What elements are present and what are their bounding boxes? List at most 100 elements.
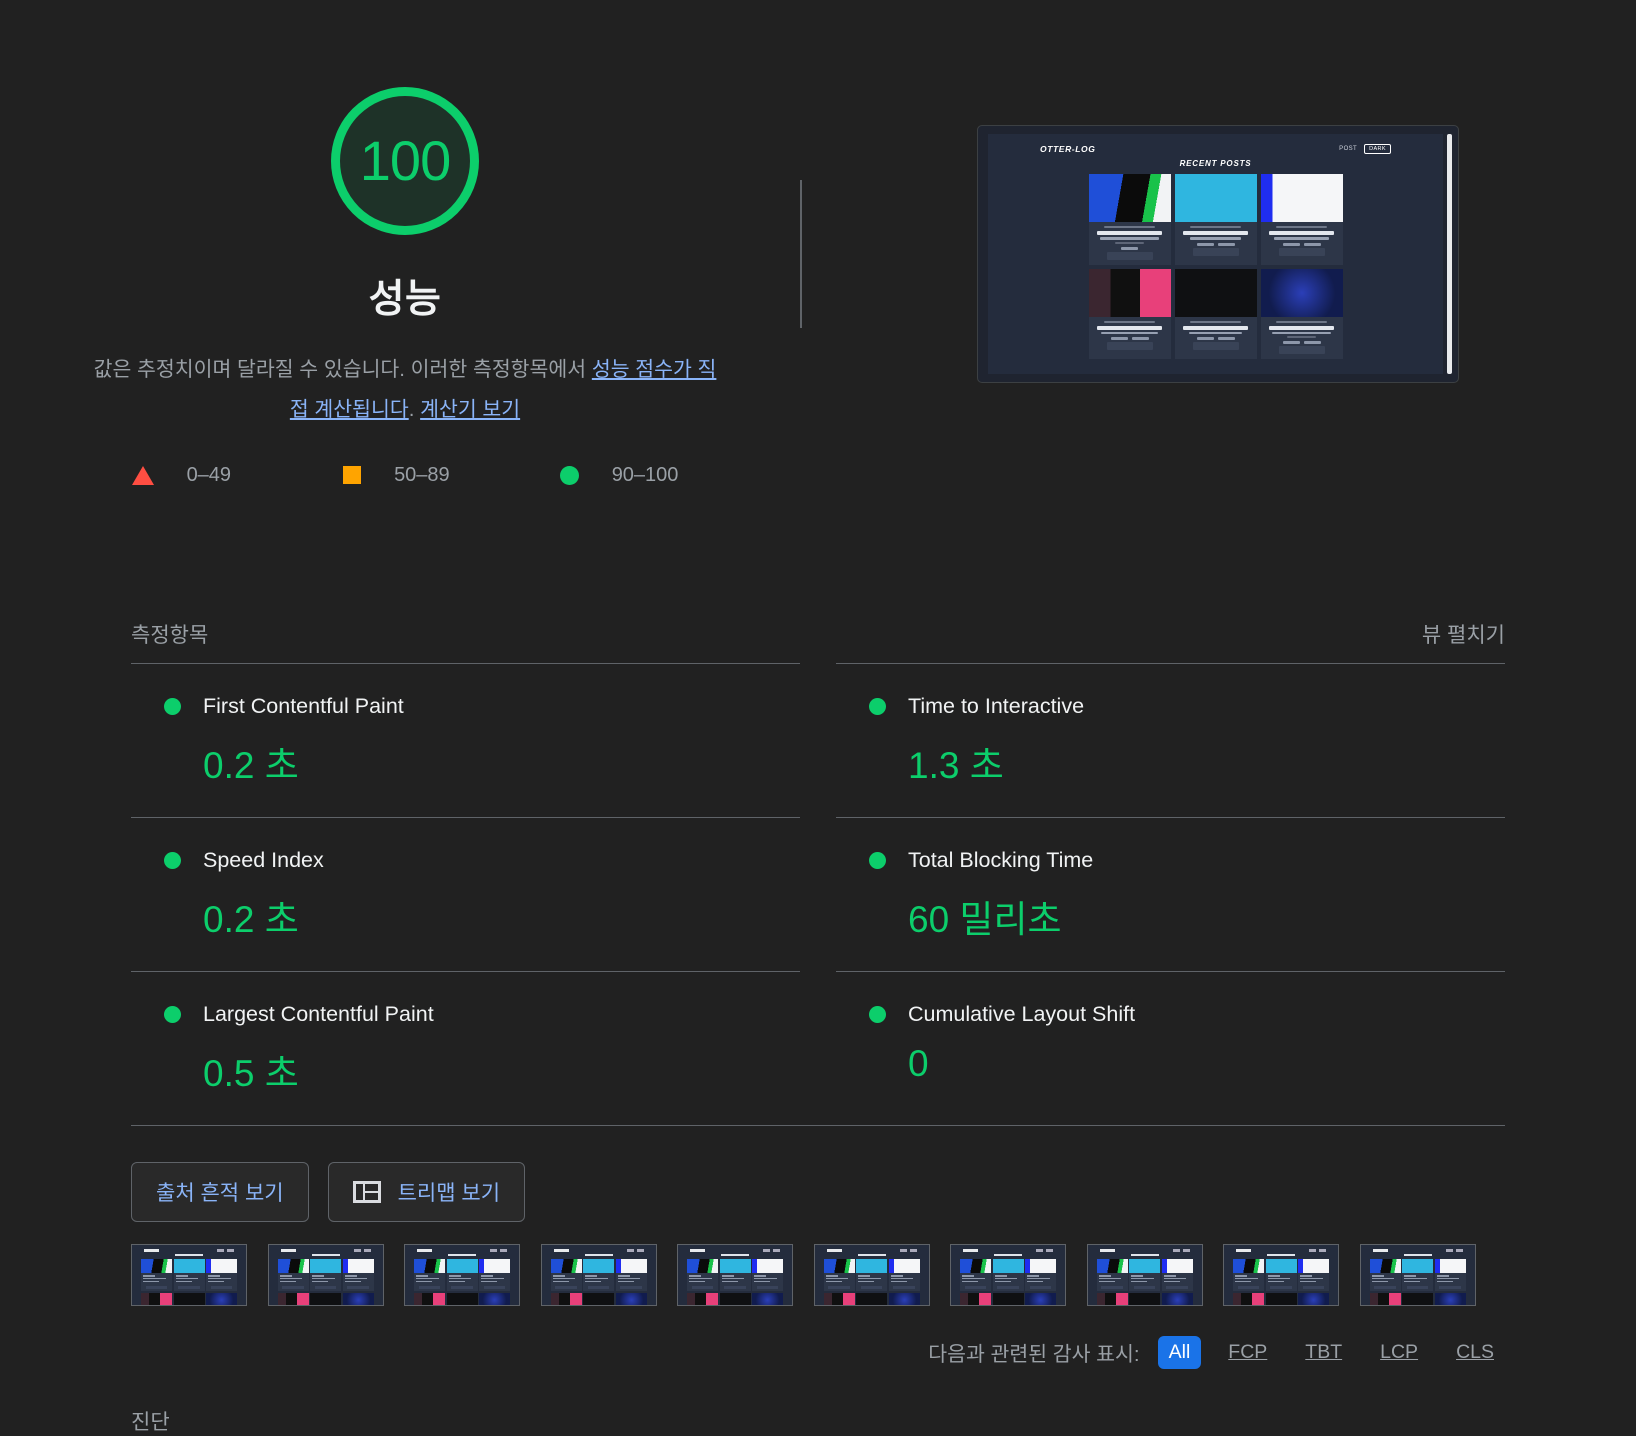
filmstrip-card-button <box>828 1286 850 1289</box>
filmstrip-card <box>687 1293 718 1306</box>
filmstrip-card <box>1129 1293 1160 1306</box>
mini-nav-post: POST <box>1339 146 1357 152</box>
metric-total-blocking-time[interactable]: Total Blocking Time 60 밀리초 <box>836 817 1505 971</box>
filmstrip-card <box>174 1293 205 1306</box>
metrics-grid: First Contentful Paint 0.2 초 Time to Int… <box>131 663 1505 1125</box>
metric-value: 0 <box>836 1043 1505 1085</box>
filmstrip-card-lines <box>1298 1273 1329 1285</box>
filmstrip-card-button <box>451 1286 473 1289</box>
filmstrip-frame[interactable] <box>1087 1244 1203 1306</box>
mini-post-date <box>1276 321 1328 323</box>
mini-post-card <box>1089 269 1171 360</box>
filmstrip-card-lines <box>960 1273 991 1285</box>
filmstrip-card <box>1370 1259 1401 1291</box>
square-icon <box>343 466 361 484</box>
device-frame: OTTER-LOG POST DARK RECENT POSTS <box>977 125 1459 383</box>
score-gauge-column: 100 성능 값은 추정치이며 달라질 수 있습니다. 이러한 측정항목에서 성… <box>0 55 800 487</box>
filmstrip-card-image <box>174 1259 205 1273</box>
filmstrip-card <box>1097 1259 1128 1291</box>
calculator-link[interactable]: 계산기 보기 <box>420 398 520 421</box>
mini-post-tags <box>1093 337 1167 340</box>
filmstrip-frame[interactable] <box>950 1244 1066 1306</box>
filmstrip-card-lines <box>687 1273 718 1285</box>
filmstrip-frame[interactable] <box>131 1244 247 1306</box>
filmstrip-card <box>1298 1259 1329 1291</box>
filmstrip-card-image <box>310 1293 341 1306</box>
filmstrip-card-lines <box>1370 1273 1401 1285</box>
mini-post-desc2 <box>1287 336 1317 338</box>
final-screenshot-column: OTTER-LOG POST DARK RECENT POSTS <box>800 55 1636 487</box>
filmstrip-frame[interactable] <box>1223 1244 1339 1306</box>
view-trace-button[interactable]: 출처 흔적 보기 <box>131 1162 309 1222</box>
view-treemap-button[interactable]: 트리맵 보기 <box>328 1162 525 1222</box>
diagnostics-heading: 진단 <box>131 1406 170 1436</box>
scrollbar[interactable] <box>1447 134 1452 374</box>
mini-post-date <box>1190 321 1242 323</box>
filmstrip-card-lines <box>479 1273 510 1285</box>
filmstrip-frame[interactable] <box>814 1244 930 1306</box>
metric-largest-contentful-paint[interactable]: Largest Contentful Paint 0.5 초 <box>131 971 800 1125</box>
mini-post-meta <box>1089 222 1171 265</box>
filmstrip-card-lines <box>1162 1273 1193 1285</box>
filmstrip-card-lines <box>1266 1273 1297 1285</box>
filmstrip-card-button <box>893 1286 915 1289</box>
mini-post-meta <box>1261 222 1343 261</box>
filmstrip-card-image <box>206 1259 237 1273</box>
filmstrip-card-button <box>1303 1286 1325 1289</box>
filmstrip-card-button <box>1101 1286 1123 1289</box>
mini-post-image <box>1261 269 1343 317</box>
filmstrip-card-lines <box>1025 1273 1056 1285</box>
filmstrip-card-lines <box>1402 1273 1433 1285</box>
expand-view-toggle[interactable]: 뷰 펼치기 <box>1422 619 1505 649</box>
filmstrip-brand <box>1100 1249 1115 1252</box>
mini-post-desc <box>1274 237 1330 240</box>
metric-label: Speed Index <box>203 848 324 873</box>
filmstrip-card <box>479 1293 510 1306</box>
filmstrip-card-lines <box>856 1273 887 1285</box>
filmstrip-card-image <box>1025 1259 1056 1273</box>
filmstrip-frame[interactable] <box>541 1244 657 1306</box>
filmstrip-card <box>960 1293 991 1306</box>
filmstrip-card-lines <box>1129 1273 1160 1285</box>
gauge-description-sep: . <box>409 398 420 421</box>
metric-first-contentful-paint[interactable]: First Contentful Paint 0.2 초 <box>131 663 800 817</box>
filter-chip-fcp[interactable]: FCP <box>1217 1336 1278 1369</box>
filmstrip-card-image <box>960 1259 991 1273</box>
filmstrip-frame[interactable] <box>268 1244 384 1306</box>
mini-post-image <box>1261 174 1343 222</box>
metric-label: Time to Interactive <box>908 694 1084 719</box>
filmstrip-card <box>1370 1293 1401 1306</box>
filter-chip-all[interactable]: All <box>1158 1336 1202 1369</box>
filmstrip-card <box>720 1293 751 1306</box>
metric-cumulative-layout-shift[interactable]: Cumulative Layout Shift 0 <box>836 971 1505 1125</box>
final-screenshot[interactable]: OTTER-LOG POST DARK RECENT POSTS <box>988 134 1443 374</box>
filmstrip-card <box>993 1259 1024 1291</box>
performance-gauge[interactable]: 100 <box>331 87 479 235</box>
filmstrip-grid <box>1364 1259 1472 1306</box>
filmstrip-frame[interactable] <box>677 1244 793 1306</box>
filter-chip-cls[interactable]: CLS <box>1445 1336 1505 1369</box>
treemap-icon <box>353 1181 381 1203</box>
metric-label: Largest Contentful Paint <box>203 1002 434 1027</box>
filmstrip-nav <box>627 1249 644 1252</box>
mini-post-desc <box>1100 237 1159 240</box>
filmstrip-card-image <box>1162 1259 1193 1273</box>
metrics-heading: 측정항목 <box>131 619 208 649</box>
filmstrip-frame[interactable] <box>1360 1244 1476 1306</box>
filmstrip-title <box>994 1254 1022 1257</box>
filmstrip-card <box>1435 1293 1466 1306</box>
metric-speed-index[interactable]: Speed Index 0.2 초 <box>131 817 800 971</box>
filmstrip-card <box>1129 1259 1160 1291</box>
mini-nav: POST DARK <box>1339 144 1391 154</box>
filter-chip-tbt[interactable]: TBT <box>1294 1336 1353 1369</box>
filmstrip-card-button <box>1270 1286 1292 1289</box>
metric-time-to-interactive[interactable]: Time to Interactive 1.3 초 <box>836 663 1505 817</box>
filmstrip-card <box>824 1293 855 1306</box>
filmstrip-card-lines <box>720 1273 751 1285</box>
filmstrip-frame[interactable] <box>404 1244 520 1306</box>
mini-post-card <box>1089 174 1171 265</box>
filmstrip-card <box>960 1259 991 1291</box>
filter-chip-lcp[interactable]: LCP <box>1369 1336 1429 1369</box>
mini-post-card <box>1175 269 1257 360</box>
filmstrip-card <box>616 1293 647 1306</box>
